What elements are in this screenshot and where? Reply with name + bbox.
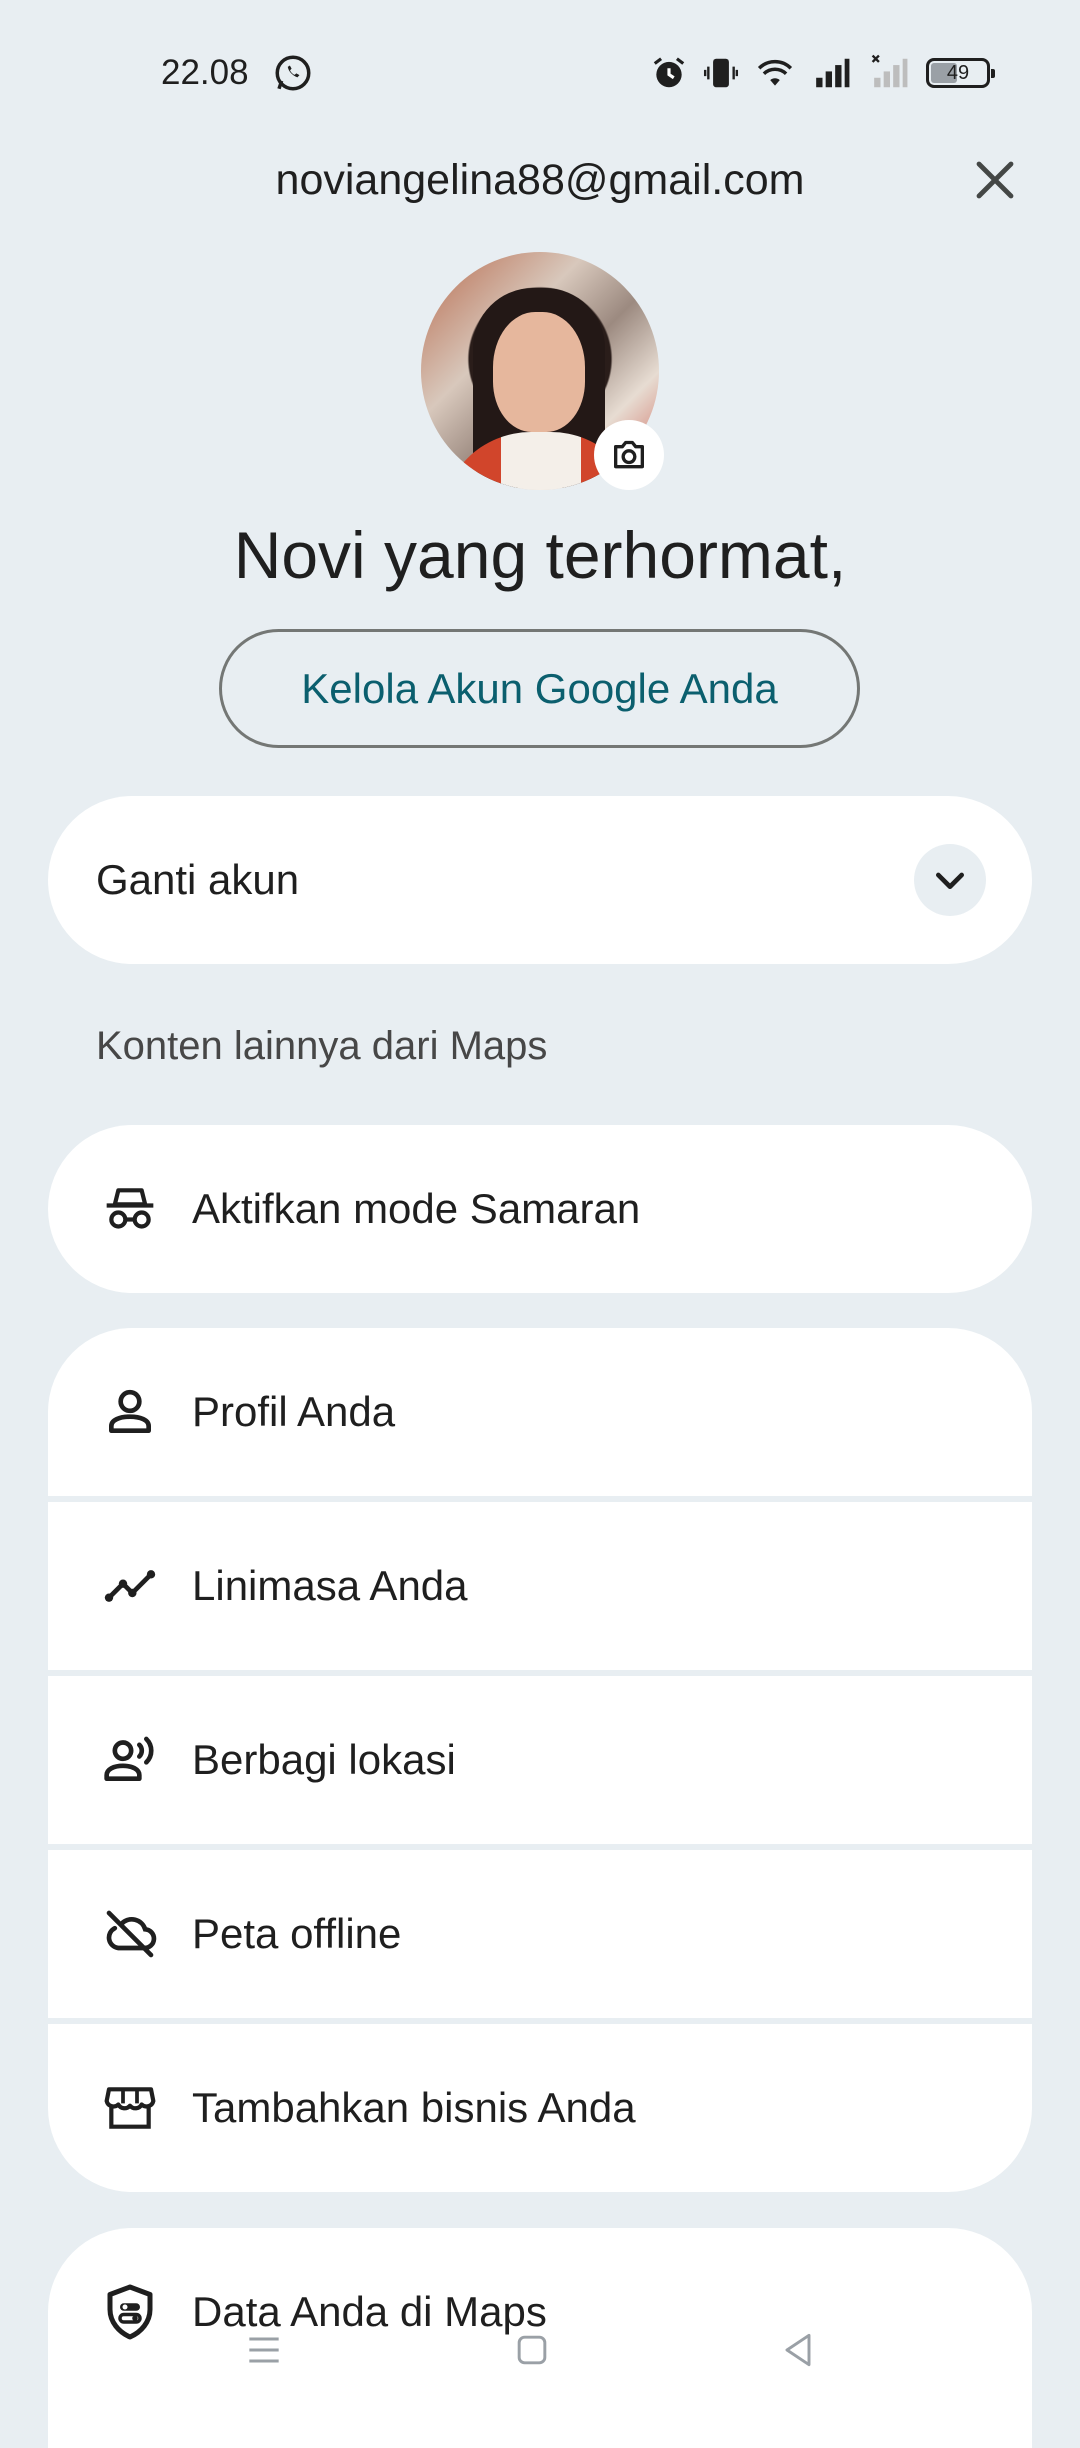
vibrate-icon xyxy=(702,54,740,92)
back-nav-icon xyxy=(785,2333,811,2367)
expand-accounts-button[interactable] xyxy=(914,844,986,916)
manage-account-button[interactable]: Kelola Akun Google Anda xyxy=(219,629,860,748)
alarm-icon xyxy=(650,54,688,92)
menu-row: Profil Anda xyxy=(48,1328,1032,1496)
maps-menu-group: Profil Anda Linimasa Anda Berbagi lokasi… xyxy=(48,1328,1032,2192)
back-nav-button[interactable] xyxy=(758,2310,838,2390)
home-nav-button[interactable] xyxy=(492,2310,572,2390)
status-icons: 49 xyxy=(650,52,995,94)
section-label: Konten lainnya dari Maps xyxy=(96,1024,548,1068)
menu-item-label: Berbagi lokasi xyxy=(192,1736,456,1783)
timeline-icon xyxy=(98,1554,162,1618)
incognito-label: Aktifkan mode Samaran xyxy=(192,1185,641,1232)
signal-icon xyxy=(810,54,854,92)
signal-no-service-icon xyxy=(868,54,912,92)
switch-account-label: Ganti akun xyxy=(96,856,300,903)
incognito-row[interactable]: Aktifkan mode Samaran xyxy=(48,1125,1032,1293)
menu-item-location-sharing[interactable]: Berbagi lokasi xyxy=(48,1676,1032,1844)
close-icon xyxy=(976,161,1014,199)
menu-item-label: Tambahkan bisnis Anda xyxy=(192,2084,636,2131)
menu-row: Tambahkan bisnis Anda xyxy=(48,2024,1032,2192)
menu-nav-button[interactable] xyxy=(224,2310,304,2390)
chevron-down-icon xyxy=(936,872,964,889)
avatar-photo-face xyxy=(493,312,585,432)
menu-item-label: Profil Anda xyxy=(192,1388,396,1435)
change-photo-button[interactable] xyxy=(594,420,664,490)
switch-account-row[interactable]: Ganti akun xyxy=(48,796,1032,964)
menu-item-add-business[interactable]: Tambahkan bisnis Anda xyxy=(48,2024,1032,2192)
menu-row: Berbagi lokasi xyxy=(48,1676,1032,1844)
menu-item-profile[interactable]: Profil Anda xyxy=(48,1328,1032,1496)
camera-icon xyxy=(614,440,644,469)
cloud-off-icon xyxy=(98,1902,162,1966)
storefront-icon xyxy=(98,2076,162,2140)
menu-row: Peta offline xyxy=(48,1850,1032,2018)
battery-level: 49 xyxy=(946,61,970,84)
incognito-icon xyxy=(98,1177,162,1241)
shield-icon xyxy=(98,2280,162,2344)
status-bar: 22.08 49 xyxy=(0,0,1080,140)
menu-row: Linimasa Anda xyxy=(48,1502,1032,1670)
whatsapp-icon xyxy=(272,52,314,94)
close-button[interactable] xyxy=(960,145,1030,215)
menu-nav-icon xyxy=(249,2337,279,2363)
menu-item-label: Linimasa Anda xyxy=(192,1562,468,1609)
wifi-icon xyxy=(754,54,796,92)
incognito-mode-item[interactable]: Aktifkan mode Samaran xyxy=(48,1125,1032,1293)
person-icon xyxy=(98,1380,162,1444)
menu-item-offline-maps[interactable]: Peta offline xyxy=(48,1850,1032,2018)
home-nav-icon xyxy=(517,2335,547,2365)
menu-item-label: Peta offline xyxy=(192,1910,402,1957)
account-email: noviangelina88@gmail.com xyxy=(275,156,805,204)
location-sharing-icon xyxy=(98,1728,162,1792)
greeting: Novi yang terhormat, xyxy=(233,518,847,592)
status-time: 22.08 xyxy=(161,53,249,92)
battery-icon: 49 xyxy=(926,58,995,88)
menu-item-timeline[interactable]: Linimasa Anda xyxy=(48,1502,1032,1670)
